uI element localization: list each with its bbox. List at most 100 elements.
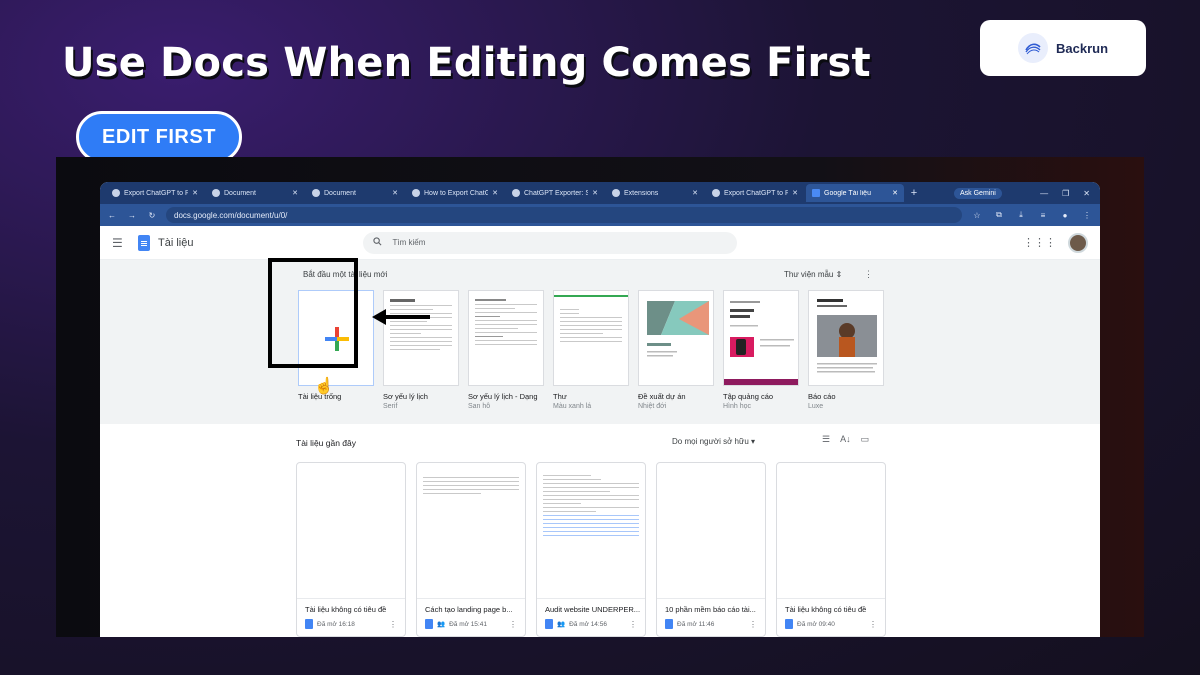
recent-doc-card[interactable]: Tài liệu không có tiêu đề Đã mở 16:18 ⋮ — [296, 462, 406, 637]
doc-more-icon[interactable]: ⋮ — [389, 620, 397, 629]
close-tab-icon[interactable]: ✕ — [492, 189, 498, 197]
docs-file-icon — [785, 619, 793, 629]
owner-filter-label: Do mọi người sở hữu — [672, 437, 749, 446]
tab-label: Google Tài liệu — [824, 189, 871, 197]
template-sub: Serif — [383, 403, 398, 410]
brand-logo: Backrun — [980, 20, 1146, 76]
template-letter[interactable]: Thư Màu xanh lá — [553, 290, 629, 410]
avatar[interactable] — [1068, 232, 1088, 253]
template-thumbnail — [383, 290, 459, 386]
tab-label: How to Export ChatGPT — [424, 189, 489, 197]
ask-gemini-button[interactable]: Ask Gemini — [954, 187, 1002, 199]
download-icon[interactable]: ⤓ — [1014, 210, 1028, 220]
restore-icon[interactable]: ❐ — [1062, 189, 1069, 198]
bookmark-star-icon[interactable]: ☆ — [970, 211, 984, 220]
template-thumbnail — [808, 290, 884, 386]
template-resume-coral[interactable]: Sơ yếu lý lịch - Dạng San hô — [468, 290, 544, 410]
doc-more-icon[interactable]: ⋮ — [509, 620, 517, 629]
template-name: Tập quảng cáo — [723, 392, 774, 401]
docs-logo-icon[interactable] — [138, 234, 150, 251]
url-input[interactable]: docs.google.com/document/u/0/ — [166, 207, 962, 223]
browser-tab[interactable]: How to Export ChatGPT✕ — [406, 184, 504, 202]
docs-file-icon — [425, 619, 433, 629]
browser-tab[interactable]: ChatGPT Exporter: Sav✕ — [506, 184, 604, 202]
hand-cursor-icon: ☝ — [314, 378, 334, 395]
template-name: Đề xuất dự án — [638, 392, 686, 401]
browser-tab[interactable]: Export ChatGPT to PDF✕ — [706, 184, 804, 202]
doc-preview — [297, 463, 405, 599]
close-tab-icon[interactable]: ✕ — [792, 189, 798, 197]
recent-doc-card[interactable]: 10 phần mềm báo cáo tài... Đã mở 11:46 ⋮ — [656, 462, 766, 637]
template-gallery-toggle[interactable]: Thư viện mẫu ⇕ — [784, 270, 842, 279]
doc-meta: Đã mở 09:40 ⋮ — [777, 614, 885, 629]
gallery-label: Thư viện mẫu — [784, 270, 834, 279]
template-sub: San hô — [468, 403, 491, 410]
recent-doc-card[interactable]: Cách tạo landing page b... 👥 Đã mở 15:41 ⋮ — [416, 462, 526, 637]
caret-down-icon: ▾ — [751, 437, 756, 446]
tab-label: Extensions — [624, 189, 659, 197]
browser-tab-active[interactable]: Google Tài liệu ✕ — [806, 184, 904, 202]
close-tab-icon[interactable]: ✕ — [192, 189, 198, 197]
new-tab-icon[interactable]: + — [906, 187, 922, 199]
docs-file-icon — [665, 619, 673, 629]
apps-grid-icon[interactable]: ⋮⋮⋮ — [1023, 236, 1056, 249]
template-thumbnail — [638, 290, 714, 386]
tab-label: Document — [224, 189, 256, 197]
hamburger-menu-icon[interactable]: ☰ — [112, 236, 130, 250]
folder-icon[interactable]: ▭ — [861, 434, 870, 445]
exporter-favicon-icon — [512, 189, 520, 197]
minimize-icon[interactable]: — — [1040, 189, 1048, 198]
address-bar-row: ← → ↻ docs.google.com/document/u/0/ ☆ ⧉ … — [100, 204, 1100, 226]
browser-tab[interactable]: Export ChatGPT to PDF✕ — [106, 184, 204, 202]
close-window-icon[interactable]: ✕ — [1083, 189, 1090, 198]
template-resume-serif[interactable]: Sơ yếu lý lịch Serif — [383, 290, 459, 410]
reload-icon[interactable]: ↻ — [146, 211, 158, 220]
doc-opened-time: Đã mở 15:41 — [449, 620, 487, 628]
edit-first-pill: EDIT FIRST — [76, 111, 242, 163]
doc-more-icon[interactable]: ⋮ — [749, 620, 757, 629]
docs-header: ☰ Tài liệu Tìm kiếm ⋮⋮⋮ — [100, 226, 1100, 260]
sort-az-icon[interactable]: A↓ — [840, 434, 851, 445]
doc-more-icon[interactable]: ⋮ — [629, 620, 637, 629]
template-project-proposal[interactable]: Đề xuất dự án Nhiệt đới — [638, 290, 714, 410]
template-sub: Màu xanh lá — [553, 403, 592, 410]
highlight-box — [268, 258, 358, 368]
back-icon[interactable]: ← — [106, 211, 118, 220]
browser-tab[interactable]: Document ✕ — [206, 184, 304, 202]
browser-tab[interactable]: Extensions ✕ — [606, 184, 704, 202]
docs-file-icon — [545, 619, 553, 629]
shared-icon: 👥 — [557, 621, 566, 628]
template-brochure[interactable]: Tập quảng cáo Hình học — [723, 290, 799, 410]
menu-kebab-icon[interactable]: ⋮ — [1080, 211, 1094, 220]
tab-label: ChatGPT Exporter: Sav — [524, 189, 589, 197]
close-tab-icon[interactable]: ✕ — [392, 189, 398, 197]
media-icon[interactable]: ≡ — [1036, 211, 1050, 220]
extensions-icon[interactable]: ⧉ — [992, 210, 1006, 220]
globe-favicon-icon — [312, 189, 320, 197]
owner-filter-dropdown[interactable]: Do mọi người sở hữu ▾ — [672, 437, 755, 446]
app-name[interactable]: Tài liệu — [158, 237, 193, 249]
close-tab-icon[interactable]: ✕ — [892, 189, 898, 197]
doc-title: Tài liệu không có tiêu đề — [305, 605, 387, 614]
tab-label: Document — [324, 189, 356, 197]
doc-opened-time: Đã mở 14:56 — [569, 620, 607, 628]
list-view-icon[interactable]: ☰ — [822, 434, 830, 445]
doc-more-icon[interactable]: ⋮ — [869, 620, 877, 629]
forward-icon[interactable]: → — [126, 211, 138, 220]
recent-doc-card[interactable]: Audit website UNDERPER... 👥 Đã mở 14:56 ⋮ — [536, 462, 646, 637]
profile-icon[interactable]: ● — [1058, 211, 1072, 220]
close-tab-icon[interactable]: ✕ — [592, 189, 598, 197]
shared-icon: 👥 — [437, 621, 446, 628]
template-report[interactable]: Báo cáo Luxe — [808, 290, 884, 410]
close-tab-icon[interactable]: ✕ — [692, 189, 698, 197]
browser-tab[interactable]: Document ✕ — [306, 184, 404, 202]
search-input[interactable]: Tìm kiếm — [363, 231, 738, 254]
template-name: Báo cáo — [808, 392, 836, 401]
template-name: Tài liệu trống — [298, 392, 342, 401]
doc-preview — [657, 463, 765, 599]
recent-doc-card[interactable]: Tài liệu không có tiêu đề Đã mở 09:40 ⋮ — [776, 462, 886, 637]
more-options-icon[interactable]: ⋮ — [864, 269, 873, 280]
template-thumbnail — [468, 290, 544, 386]
close-tab-icon[interactable]: ✕ — [292, 189, 298, 197]
doc-title: Audit website UNDERPER... — [545, 605, 641, 614]
